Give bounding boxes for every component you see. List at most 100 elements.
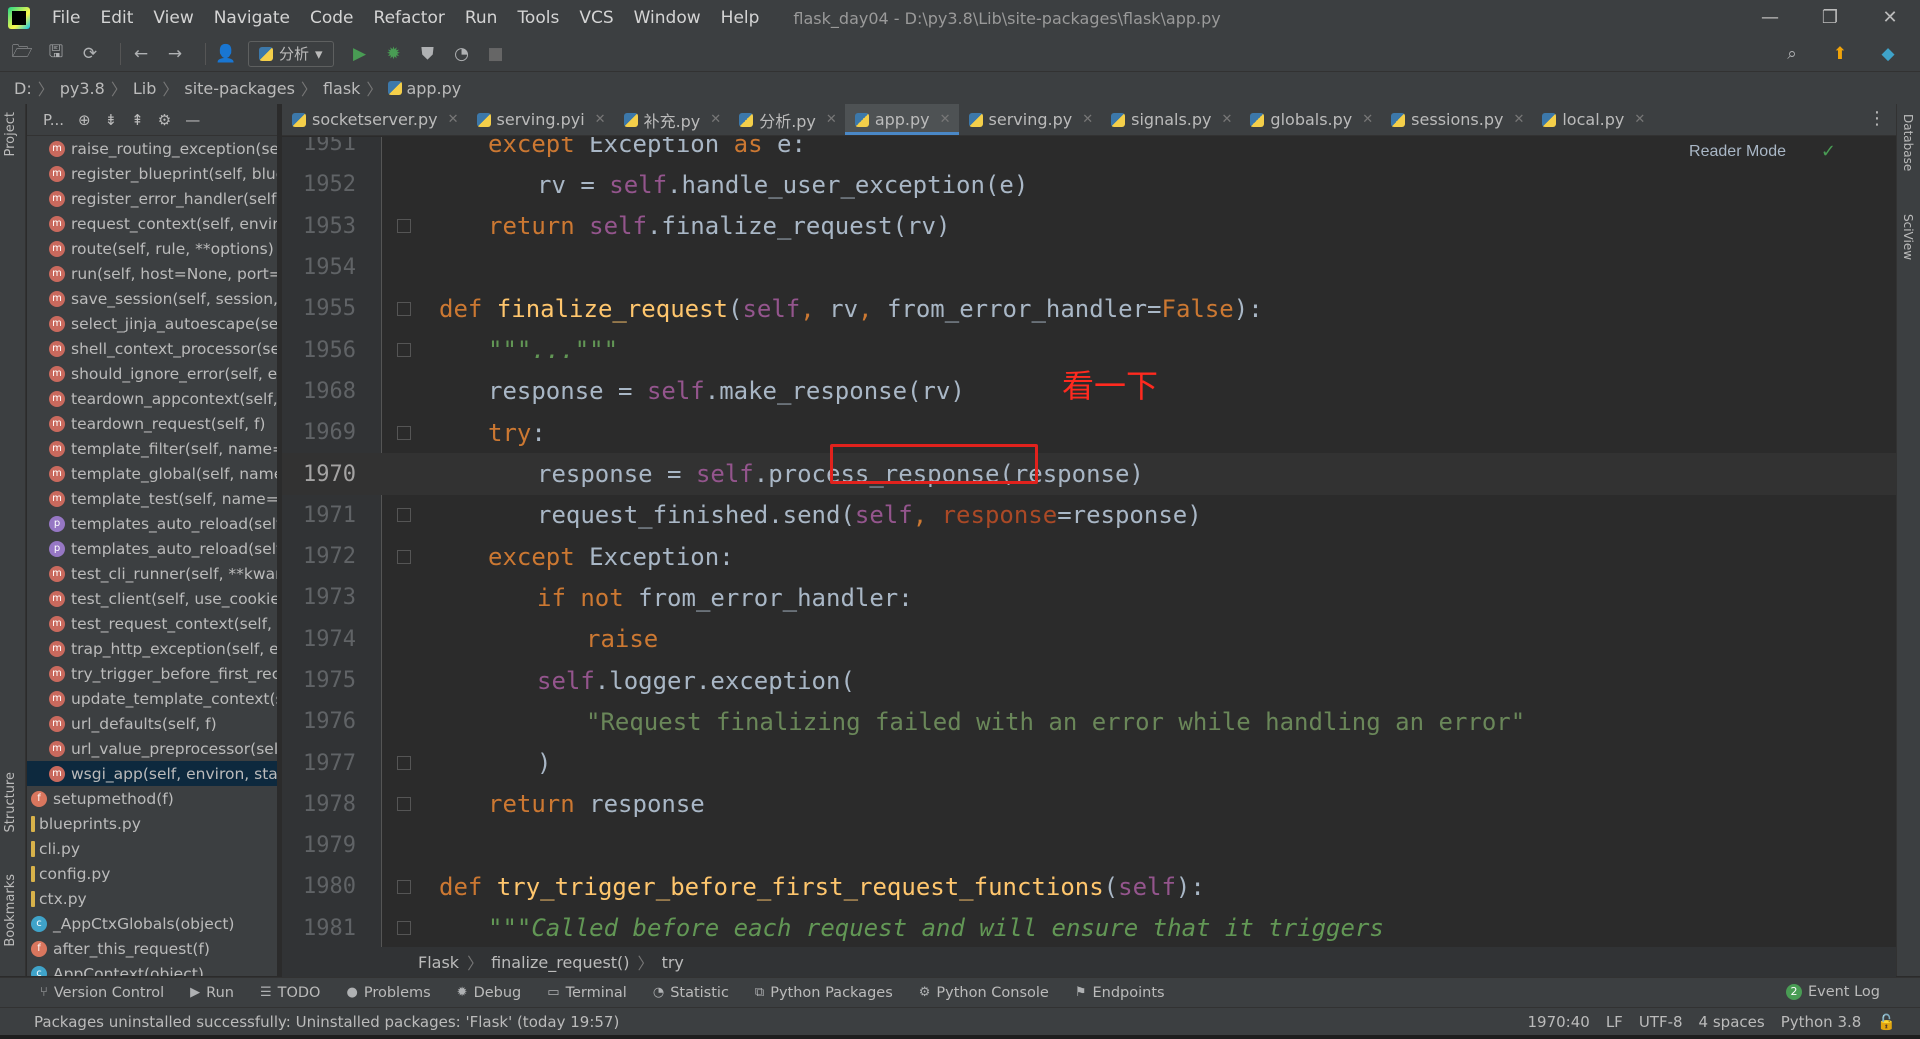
vcs-user-icon[interactable]: 👤 — [214, 42, 238, 66]
fold-marker-icon[interactable] — [397, 756, 411, 771]
editor-tab[interactable]: socketserver.py ✕ — [282, 104, 467, 135]
tool-window-python-packages[interactable]: ⧉ Python Packages — [755, 985, 893, 1001]
interpreter[interactable]: Python 3.8 — [1781, 1013, 1862, 1031]
fold-marker-icon[interactable] — [397, 343, 411, 358]
tool-window-run[interactable]: ▶ Run — [190, 985, 234, 1001]
close-icon[interactable]: ✕ — [1860, 0, 1920, 36]
breadcrumb-item[interactable]: app.py — [406, 79, 461, 98]
tree-item[interactable]: f setupmethod(f) — [27, 786, 277, 811]
save-icon[interactable]: 🖫 — [44, 42, 68, 66]
tree-item[interactable]: m teardown_appcontext(self, — [27, 386, 277, 411]
close-tab-icon[interactable]: ✕ — [940, 112, 951, 127]
sync-icon[interactable]: ⟳ — [78, 42, 102, 66]
tree-item[interactable]: m request_context(self, enviro — [27, 211, 277, 236]
tree-item[interactable]: m shell_context_processor(se — [27, 336, 277, 361]
tree-item[interactable]: c AppContext(object) — [27, 961, 277, 976]
search-icon[interactable]: ⌕ — [1780, 42, 1804, 66]
menu-item-file[interactable]: File — [42, 0, 90, 36]
tree-item[interactable]: config.py — [27, 861, 277, 886]
debug-icon[interactable]: ✹ — [382, 42, 406, 66]
editor-tab[interactable]: serving.py ✕ — [959, 104, 1102, 135]
close-tab-icon[interactable]: ✕ — [1362, 112, 1373, 127]
crosshair-icon[interactable]: ⊕ — [78, 111, 91, 129]
status-message[interactable]: Packages uninstalled successfully: Unins… — [34, 1013, 619, 1031]
database-tool-button[interactable]: Database — [1901, 114, 1915, 171]
run-icon[interactable]: ▶ — [348, 42, 372, 66]
tree-item[interactable]: blueprints.py — [27, 811, 277, 836]
tree-item[interactable]: m wsgi_app(self, environ, star — [27, 761, 277, 786]
line-separator[interactable]: LF — [1606, 1013, 1623, 1031]
update-icon[interactable]: ⬆ — [1828, 42, 1852, 66]
editor-tab[interactable]: sessions.py ✕ — [1381, 104, 1532, 135]
tree-item[interactable]: m register_blueprint(self, blue — [27, 161, 277, 186]
tree-item[interactable]: m test_client(self, use_cookies — [27, 586, 277, 611]
fold-marker-icon[interactable] — [397, 301, 411, 316]
open-folder-icon[interactable]: 🗁 — [10, 42, 34, 66]
tree-item[interactable]: m teardown_request(self, f) — [27, 411, 277, 436]
minimize-icon[interactable]: — — [1740, 0, 1800, 36]
tool-window-terminal[interactable]: ▭ Terminal — [547, 985, 627, 1001]
project-view-select[interactable]: P... — [43, 111, 64, 129]
editor-tab[interactable]: signals.py ✕ — [1101, 104, 1240, 135]
tool-window-endpoints[interactable]: ⚑ Endpoints — [1075, 985, 1165, 1001]
coverage-icon[interactable]: ⛊ — [416, 42, 440, 66]
lock-icon[interactable]: 🔓 — [1877, 1013, 1896, 1031]
editor-tab[interactable]: serving.pyi ✕ — [467, 104, 614, 135]
menu-item-code[interactable]: Code — [300, 0, 364, 36]
close-tab-icon[interactable]: ✕ — [826, 112, 837, 127]
tool-window-problems[interactable]: ● Problems — [346, 985, 430, 1001]
close-tab-icon[interactable]: ✕ — [1082, 112, 1093, 127]
run-configuration-select[interactable]: 分析 ▾ — [248, 40, 334, 67]
tree-item[interactable]: m save_session(self, session, r — [27, 286, 277, 311]
fold-marker-icon[interactable] — [397, 425, 411, 440]
tree-item[interactable]: m update_template_context(s — [27, 686, 277, 711]
editor-breadcrumb-item[interactable]: try — [662, 953, 684, 972]
tree-item[interactable]: f after_this_request(f) — [27, 936, 277, 961]
breadcrumb-item[interactable]: flask — [323, 79, 360, 98]
tree-item[interactable]: ctx.py — [27, 886, 277, 911]
editor-tab[interactable]: 分析.py ✕ — [729, 104, 845, 135]
close-tab-icon[interactable]: ✕ — [710, 112, 721, 127]
hide-icon[interactable]: — — [185, 111, 200, 129]
menu-item-window[interactable]: Window — [624, 0, 711, 36]
tree-item[interactable]: m trap_http_exception(self, e) — [27, 636, 277, 661]
tool-window-todo[interactable]: ☰ TODO — [260, 985, 321, 1001]
editor-breadcrumb-item[interactable]: finalize_request() — [491, 953, 629, 972]
tree-item[interactable]: c _AppCtxGlobals(object) — [27, 911, 277, 936]
tree-item[interactable]: m run(self, host=None, port= — [27, 261, 277, 286]
tree-item[interactable]: m route(self, rule, **options) — [27, 236, 277, 261]
tree-item[interactable]: cli.py — [27, 836, 277, 861]
fold-marker-icon[interactable] — [397, 879, 411, 894]
jetbrains-toolbox-icon[interactable]: ◆ — [1876, 42, 1900, 66]
breadcrumb-item[interactable]: site-packages — [184, 79, 295, 98]
editor-tab[interactable]: globals.py ✕ — [1240, 104, 1381, 135]
tree-item[interactable]: p templates_auto_reload(self — [27, 536, 277, 561]
tree-item[interactable]: m url_defaults(self, f) — [27, 711, 277, 736]
code-editor[interactable]: 1951 except Exception as e: 1952 rv = self.… — [282, 137, 1896, 947]
menu-item-help[interactable]: Help — [711, 0, 770, 36]
menu-item-refactor[interactable]: Refactor — [364, 0, 455, 36]
file-encoding[interactable]: UTF-8 — [1639, 1013, 1683, 1031]
project-tool-button[interactable]: Project — [3, 112, 18, 156]
close-tab-icon[interactable]: ✕ — [1222, 112, 1233, 127]
tree-item[interactable]: m test_request_context(self, * — [27, 611, 277, 636]
sciview-tool-button[interactable]: SciView — [1901, 214, 1915, 260]
tool-window-version-control[interactable]: ⑂ Version Control — [40, 985, 164, 1001]
editor-tab[interactable]: local.py ✕ — [1532, 104, 1653, 135]
bookmarks-tool-button[interactable]: Bookmarks — [3, 874, 18, 947]
fold-marker-icon[interactable] — [397, 219, 411, 234]
more-tabs-icon[interactable]: ⋮ — [1868, 108, 1886, 129]
back-arrow-icon[interactable]: ← — [129, 42, 153, 66]
tool-window-debug[interactable]: ✹ Debug — [457, 985, 522, 1001]
caret-position[interactable]: 1970:40 — [1527, 1013, 1589, 1031]
editor-breadcrumb-item[interactable]: Flask — [418, 953, 459, 972]
tool-window-statistic[interactable]: ◔ Statistic — [653, 985, 729, 1001]
close-tab-icon[interactable]: ✕ — [1513, 112, 1524, 127]
tree-item[interactable]: m template_test(self, name=N — [27, 486, 277, 511]
tree-item[interactable]: m template_global(self, name — [27, 461, 277, 486]
breadcrumb-item[interactable]: D: — [14, 79, 32, 98]
restore-icon[interactable]: ❐ — [1800, 0, 1860, 36]
tree-item[interactable]: m select_jinja_autoescape(self — [27, 311, 277, 336]
reader-mode-toggle[interactable]: Reader Mode — [1689, 143, 1786, 161]
fold-marker-icon[interactable] — [397, 921, 411, 936]
